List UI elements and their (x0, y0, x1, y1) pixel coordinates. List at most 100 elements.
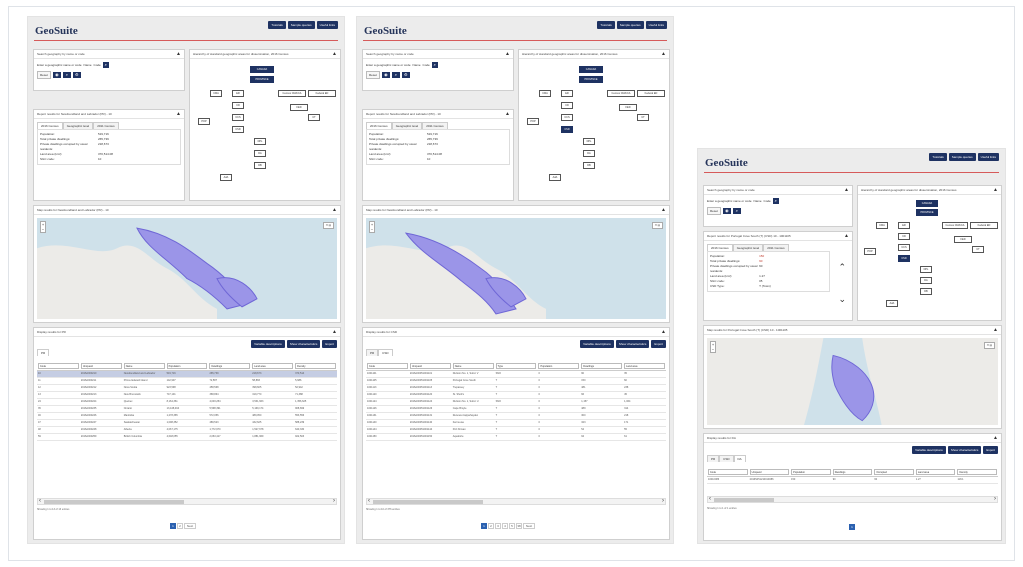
collapse-icon[interactable]: ▲ (661, 329, 666, 335)
page-button[interactable]: 1 (170, 523, 176, 529)
page-button[interactable]: 1 (481, 523, 487, 529)
node-ct[interactable]: CT (637, 114, 649, 121)
node-ccs[interactable]: CCS (232, 114, 244, 121)
node-da[interactable]: DA (583, 150, 595, 157)
column-header[interactable]: Uniqueid (80, 363, 122, 369)
table-row[interactable]: 1001120 2016A00051001120 St. Shott's T 0 66 45 (366, 392, 666, 399)
table-row[interactable]: 10010086 2016S051210010086 150 90 60 1.27 118.… (707, 477, 998, 484)
node-ct[interactable]: CT (972, 246, 984, 253)
scroll-thumb[interactable] (44, 500, 184, 504)
column-header[interactable]: Code (708, 469, 748, 475)
export-button[interactable]: Export (983, 446, 998, 454)
table-row[interactable]: 1001113 2016A00051001113 Trepassey T 0 481 238 (366, 385, 666, 392)
scroll-thumb[interactable] (373, 500, 483, 504)
column-header[interactable]: Uniqueid (409, 363, 451, 369)
node-csd[interactable]: CSD (898, 255, 910, 262)
search-icon[interactable]: ⌕ (431, 62, 438, 68)
map-view[interactable]: + − ☐ ▤ (366, 218, 666, 319)
node-federal-ed[interactable]: Federal ED (637, 90, 665, 97)
node-db[interactable]: DB (920, 288, 932, 295)
node-canada[interactable]: CANADA (250, 66, 274, 73)
option-code[interactable]: Code (764, 199, 771, 203)
variable-descriptions-button[interactable]: Variable descriptions (251, 340, 285, 348)
sample-queries-button[interactable]: Sample queries (616, 21, 644, 29)
node-federal-ed[interactable]: Federal ED (308, 90, 336, 97)
table-row[interactable]: 48 2016A000248 Alberta 4,067,175 1,772,670 1,… (37, 427, 337, 434)
node-da[interactable]: DA (254, 150, 266, 157)
node-er[interactable]: ER (898, 222, 910, 229)
export-button[interactable]: Export (322, 340, 337, 348)
table-row[interactable]: 1001101 2016A00051001101 Division No. 1, S… (366, 371, 666, 378)
variable-descriptions-button[interactable]: Variable descriptions (912, 446, 946, 454)
node-cd[interactable]: CD (898, 233, 910, 240)
column-header[interactable]: Density (295, 363, 337, 369)
page-button[interactable]: 3 (495, 523, 501, 529)
option-code[interactable]: Code (423, 63, 430, 67)
useful-links-button[interactable]: Useful links (645, 21, 667, 29)
map-legend[interactable]: ☐ ▤ (322, 222, 334, 229)
scroll-left-icon[interactable]: ‹ (368, 498, 370, 504)
node-federal-ed[interactable]: Federal ED (970, 222, 998, 229)
locate-icon[interactable]: ◉ (722, 208, 731, 214)
next-page-button[interactable]: Next (523, 523, 535, 529)
column-header[interactable]: Dwellings (209, 363, 251, 369)
table-row[interactable]: 1001105 2016A00051001105 Portugal Cove Sou… (366, 378, 666, 385)
table-tab-csd[interactable]: CSD (719, 455, 734, 462)
map-legend[interactable]: ☐ ▤ (983, 342, 995, 349)
option-name[interactable]: Name (84, 63, 92, 67)
map-view[interactable]: + − ☐ ▤ (707, 338, 998, 425)
zoom-control[interactable]: + − (710, 341, 716, 353)
node-census-cma[interactable]: Census CMA/CA (278, 90, 306, 97)
node-ada[interactable]: AdA (549, 174, 561, 181)
column-header[interactable]: Land area (915, 469, 956, 475)
node-canada[interactable]: CANADA (579, 66, 603, 73)
node-cma[interactable]: CMA (876, 222, 888, 229)
table-row[interactable]: 35 2016A000235 Ontario 13,448,494 5,598,391 5… (37, 406, 337, 413)
column-header[interactable]: Population (166, 363, 208, 369)
scroll-left-icon[interactable]: ‹ (709, 496, 711, 502)
zoom-icon[interactable]: ⌕ (391, 72, 400, 78)
collapse-icon[interactable]: ▲ (332, 329, 337, 335)
useful-links-button[interactable]: Useful links (316, 21, 338, 29)
table-row[interactable]: 47 2016A000247 Saskatchewan 1,098,352 489,52… (37, 420, 337, 427)
column-header[interactable]: Land area (252, 363, 294, 369)
table-tab-pr[interactable]: PR (366, 349, 379, 356)
show-characteristics-button[interactable]: Show characteristics (615, 340, 650, 348)
node-census-cma[interactable]: Census CMA/CA (942, 222, 968, 229)
scroll-right-icon[interactable]: › (662, 498, 664, 504)
node-db[interactable]: DB (583, 162, 595, 169)
table-row[interactable]: 1001126 2016A00051001126 Cape Broyle T 0 489 3… (366, 406, 666, 413)
tab-2016-census[interactable]: 2016 Census (707, 244, 733, 251)
node-dpl[interactable]: DPL (254, 138, 266, 145)
node-cma[interactable]: CMA (539, 90, 551, 97)
node-da[interactable]: DA (920, 277, 932, 284)
collapse-icon[interactable]: ▲ (505, 51, 510, 57)
node-fed[interactable]: FED (619, 104, 637, 111)
node-ada[interactable]: AdA (220, 174, 232, 181)
node-province[interactable]: PROVINCE (579, 76, 603, 83)
collapse-icon[interactable]: ▲ (993, 435, 998, 441)
tab-2011-census[interactable]: 2011 Census (93, 122, 119, 129)
horizontal-scrollbar[interactable]: ‹ › (707, 496, 998, 503)
locate-icon[interactable]: ◉ (52, 72, 61, 78)
node-ccs[interactable]: CCS (561, 114, 573, 121)
node-canada[interactable]: CANADA (916, 200, 938, 207)
node-cma[interactable]: CMA (210, 90, 222, 97)
node-pop[interactable]: POP (864, 248, 876, 255)
tab-2011-census[interactable]: 2011 Census (763, 244, 789, 251)
tutorials-button[interactable]: Tutorials (597, 21, 615, 29)
node-dpl[interactable]: DPL (920, 266, 932, 273)
node-er[interactable]: ER (232, 90, 244, 97)
show-characteristics-button[interactable]: Show characteristics (286, 340, 321, 348)
settings-icon[interactable]: ⚙ (72, 72, 81, 78)
table-row[interactable]: 1001150 2016A00051001150 Aquaforte T 0 94 61 (366, 434, 666, 441)
page-button[interactable]: 2 (488, 523, 494, 529)
reset-button[interactable]: Reset (37, 71, 51, 79)
column-header[interactable]: Uniqueid (749, 469, 790, 475)
tutorials-button[interactable]: Tutorials (929, 153, 947, 161)
zoom-icon[interactable]: ⌕ (732, 208, 741, 214)
tab-geographic-level[interactable]: Geographic level (62, 122, 94, 129)
export-button[interactable]: Export (651, 340, 666, 348)
tab-geographic-level[interactable]: Geographic level (391, 122, 423, 129)
horizontal-scrollbar[interactable]: ‹ › (37, 498, 337, 505)
